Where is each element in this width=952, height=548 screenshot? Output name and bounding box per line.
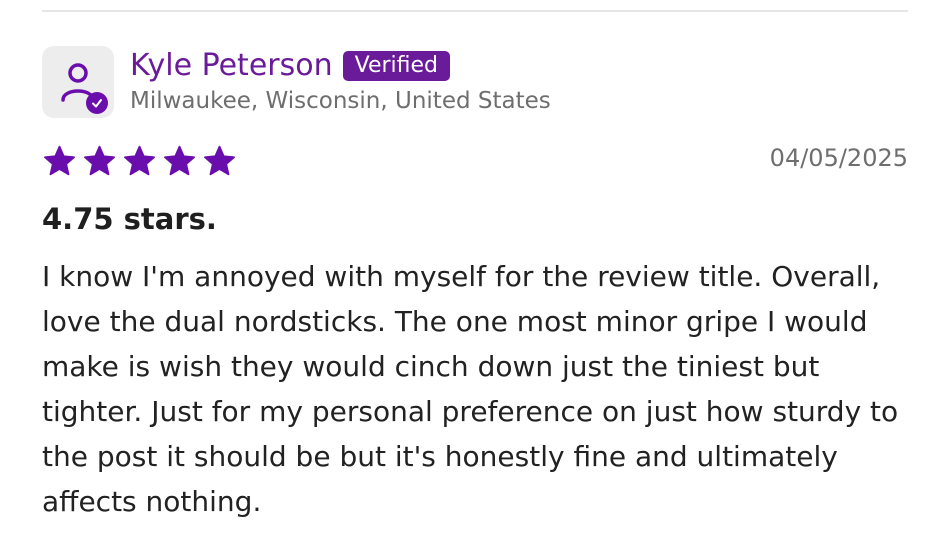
review-header: Kyle Peterson Verified Milwaukee, Wiscon… <box>42 46 908 118</box>
review-body: I know I'm annoyed with myself for the r… <box>42 260 899 518</box>
star-icon <box>204 145 235 176</box>
review-title: 4.75 stars. <box>42 202 217 236</box>
review-date: 04/05/2025 <box>769 144 908 172</box>
author-name-row: Kyle Peterson Verified <box>130 46 551 86</box>
rating-row: 04/05/2025 <box>42 144 908 188</box>
star-icon <box>44 145 75 176</box>
star-icon <box>124 145 155 176</box>
author-block: Kyle Peterson Verified Milwaukee, Wiscon… <box>130 46 551 114</box>
review-card: Kyle Peterson Verified Milwaukee, Wiscon… <box>42 46 908 524</box>
top-divider <box>42 10 908 12</box>
author-name: Kyle Peterson <box>130 48 333 83</box>
check-icon <box>86 92 108 114</box>
avatar <box>42 46 114 118</box>
author-location: Milwaukee, Wisconsin, United States <box>130 88 551 114</box>
star-icon <box>84 145 115 176</box>
verified-badge: Verified <box>342 51 451 81</box>
star-icon <box>164 145 195 176</box>
